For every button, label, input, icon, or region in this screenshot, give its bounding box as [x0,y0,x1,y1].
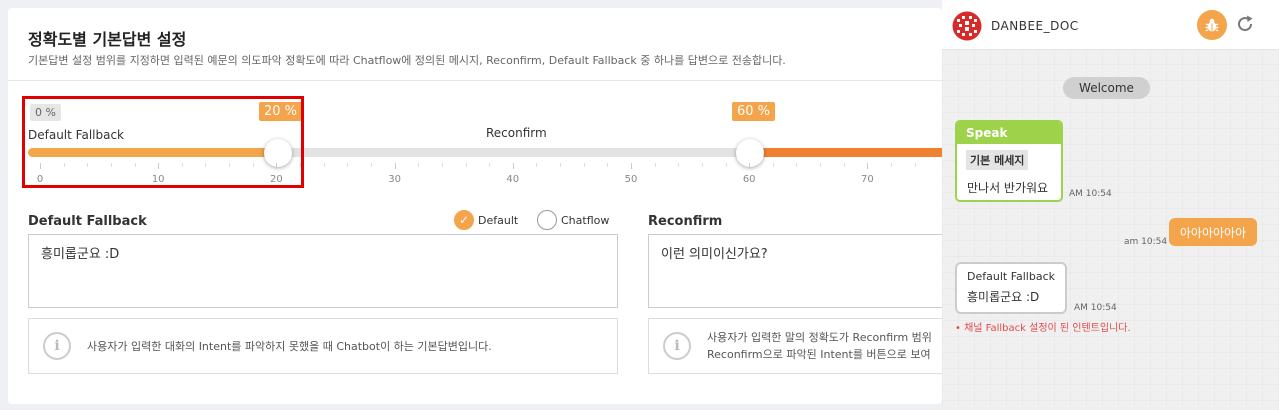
welcome-chip[interactable]: Welcome [1063,77,1150,99]
slider-tick-label: 50 [624,174,638,185]
slider-minor-tick [370,163,372,167]
accuracy-settings-card: 정확도별 기본답변 설정 기본답변 설정 범위를 지정하면 입력된 예문의 의도… [8,8,942,404]
radio-chatflow[interactable]: Chatflow [537,210,609,230]
slider-minor-tick [418,163,420,167]
reconfirm-info-line1: 사용자가 입력한 말의 정확도가 Reconfirm 범위 [707,331,932,344]
slider-minor-tick [607,163,609,167]
slider-tick [631,163,632,169]
fallback-info-box: i 사용자가 입력한 대화의 Intent를 파악하지 못했을 때 Chatbo… [28,318,618,374]
user-timestamp: am 10:54 [1124,237,1168,247]
slider-minor-tick [678,163,680,167]
bug-icon [1205,18,1219,32]
danbee-logo-icon [952,11,982,41]
speak-tag: 기본 메세지 [966,150,1029,170]
slider-minor-tick [583,163,585,167]
fallback-section-label: Default Fallback [28,214,147,229]
speak-message-card: Speak 기본 메세지 만나서 반가워요 [955,120,1063,202]
speak-timestamp: AM 10:54 [1069,189,1112,199]
slider-minor-tick [701,163,703,167]
info-icon: i [663,332,691,360]
fallback-info-text: 사용자가 입력한 대화의 Intent를 파악하지 못했을 때 Chatbot이… [87,339,492,353]
slider-minor-tick [347,163,349,167]
slider-minor-tick [323,163,325,167]
radio-default-label: Default [478,213,519,227]
slider-tick [867,163,869,169]
page-description: 기본답변 설정 범위를 지정하면 입력된 예문의 의도파악 정확도에 따라 Ch… [28,54,786,67]
fallback-text-input[interactable]: 흥미롭군요 :D [28,234,618,308]
reconfirm-threshold-badge: 60 % [732,102,776,121]
slider-minor-tick [441,163,443,167]
slider-minor-tick [465,163,467,167]
slider-minor-tick [891,163,893,167]
slider-minor-tick [654,163,656,167]
highlight-box [22,96,304,188]
slider-tick-label: 30 [388,174,401,185]
reconfirm-info-line2: Reconfirm으로 파악된 Intent를 버튼으로 보여 [707,348,931,361]
range-label-reconfirm: Reconfirm [486,126,547,140]
user-message-bubble: 아아아아아아 [1169,218,1257,246]
reconfirm-text-input[interactable]: 이런 의미이신가요? [648,234,942,308]
fallback-message-card: Default Fallback 흥미롭군요 :D [955,262,1067,314]
slider-tick [749,163,751,169]
slider-tick-label: 70 [861,174,874,185]
slider-fill-reconfirm [750,148,942,157]
speak-message-text: 만나서 반가워요 [967,181,1049,195]
chat-header: DANBEE_DOC [942,0,1279,50]
speak-header: Speak [957,122,1061,144]
debug-button[interactable] [1197,10,1227,40]
page-title: 정확도별 기본답변 설정 [28,30,187,49]
reconfirm-info-text: 사용자가 입력한 말의 정확도가 Reconfirm 범위 Reconfirm으… [707,329,932,363]
slider-minor-tick [820,163,822,167]
radio-default[interactable]: ✓ Default [454,210,518,230]
fallback-notice: • 채널 Fallback 설정이 된 인텐트입니다. [955,323,1131,334]
slider-minor-tick [914,163,916,167]
slider-tick-label: 40 [506,174,520,185]
slider-minor-tick [489,163,491,167]
slider-tick [394,163,396,169]
radio-empty-icon [537,210,557,230]
slider-minor-tick [796,163,798,167]
fallback-card-message: 흥미롭군요 :D [967,290,1040,304]
slider-minor-tick [772,163,774,167]
reconfirm-section-label: Reconfirm [648,214,723,229]
reconfirm-info-box: i 사용자가 입력한 말의 정확도가 Reconfirm 범위 Reconfir… [648,318,942,374]
refresh-icon[interactable] [1234,13,1256,35]
slider-minor-tick [843,163,845,167]
slider-minor-tick [560,163,562,167]
slider-tick-label: 60 [742,174,756,185]
slider-minor-tick [725,163,727,167]
slider-tick [512,163,514,169]
slider-minor-tick [536,163,538,167]
bot-name: DANBEE_DOC [991,19,1079,33]
check-icon: ✓ [454,210,474,230]
fallback-card-title: Default Fallback [967,270,1055,283]
radio-chatflow-label: Chatflow [561,213,610,227]
info-icon: i [43,332,71,360]
fallback-timestamp: AM 10:54 [1074,303,1117,313]
chat-preview-panel: DANBEE_DOC Welcome Speak 기본 메세지 만나서 반가워요… [942,0,1279,410]
divider [8,80,942,81]
